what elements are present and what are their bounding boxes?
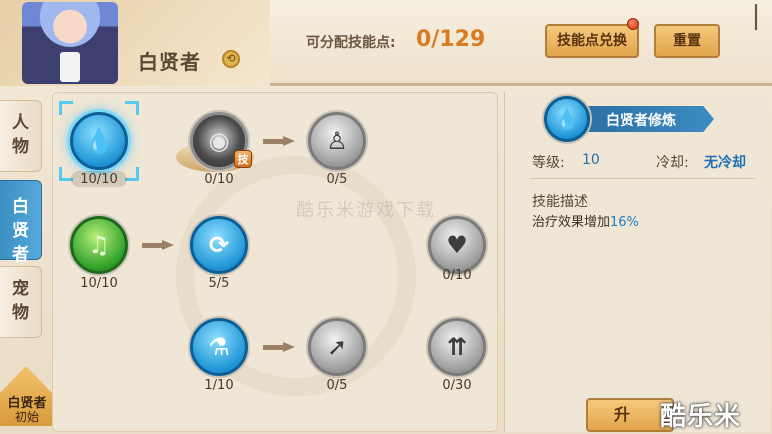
character-name: 白贤者 <box>138 50 201 74</box>
boost-arrow-icon: ➚ <box>326 333 348 361</box>
cooldown-label: 冷却: <box>656 155 689 171</box>
tab-label-mid: 贤 <box>12 221 29 241</box>
cooldown-value: 无冷却 <box>704 155 746 171</box>
switch-icon[interactable]: ⟲ <box>222 50 240 68</box>
skill-node-healing-drop[interactable]: 💧 <box>70 112 128 170</box>
tab-label-top: 白 <box>12 197 29 217</box>
heart-plus-icon: ♥ <box>446 231 468 259</box>
skill-node-vial[interactable]: ⚗ <box>190 318 248 376</box>
skill-count: 0/10 <box>204 172 234 187</box>
skill-title: 白贤者修炼 <box>606 113 676 129</box>
skill-node-circular-arrows[interactable]: ⟳ <box>190 216 248 274</box>
tab-label-top: 人 <box>12 113 29 133</box>
drop-plus-icon: 💧 <box>84 127 114 155</box>
arrow-connector <box>263 136 295 146</box>
vial-icon: ⚗ <box>208 333 230 361</box>
notification-dot <box>627 18 639 30</box>
arrow-connector <box>142 240 174 250</box>
drop-plus-icon: 💧 <box>544 96 590 142</box>
points-value: 0/129 <box>416 27 486 52</box>
skill-node-triple-arrows[interactable]: ⇈ <box>428 318 486 376</box>
header-bar: 白贤者 ⟲ 可分配技能点: 0/129 技能点兑换 重置 ❘ <box>0 0 772 86</box>
level-value: 10 <box>582 152 600 168</box>
description-body: 治疗效果增加 <box>532 215 611 230</box>
circular-arrows-icon: ⟳ <box>208 231 230 259</box>
tab-label-bottom: 物 <box>12 137 29 157</box>
triple-arrows-icon: ⇈ <box>446 333 468 361</box>
skill-count: 5/5 <box>208 276 230 291</box>
tab-label-top: 宠 <box>12 279 29 299</box>
description-label: 技能描述 <box>532 194 588 210</box>
skill-count: 0/10 <box>442 268 472 283</box>
class-badge-sub: 初始 <box>14 410 39 424</box>
points-label: 可分配技能点: <box>306 35 396 51</box>
skill-node-figure[interactable]: ♙ <box>308 112 366 170</box>
tab-pet[interactable]: 宠 物 <box>0 266 42 338</box>
skill-count: 10/10 <box>80 276 118 291</box>
description-text: 治疗效果增加16% <box>532 211 639 230</box>
skill-tag-badge: 技 <box>234 150 252 168</box>
arrow-connector <box>263 342 295 352</box>
skill-node-boost[interactable]: ➚ <box>308 318 366 376</box>
skill-node-green-swirl[interactable]: ♫ <box>70 216 128 274</box>
tab-white-sage[interactable]: 白 贤 者 <box>0 180 42 265</box>
tab-character[interactable]: 人 物 <box>0 100 42 172</box>
divider <box>530 178 756 179</box>
skill-node-heart-plus[interactable]: ♥ <box>428 216 486 274</box>
tab-label-bottom: 者 <box>12 245 29 265</box>
reset-button[interactable]: 重置 <box>654 24 720 58</box>
avatar <box>22 2 118 84</box>
skill-count: 1/10 <box>204 378 234 393</box>
exchange-points-button[interactable]: 技能点兑换 <box>545 24 639 58</box>
skill-count: 0/5 <box>326 172 348 187</box>
tab-label-bottom: 物 <box>12 303 29 323</box>
site-logo: 酷乐米 <box>660 402 742 432</box>
skill-screen: 白贤者 ⟲ 可分配技能点: 0/129 技能点兑换 重置 ❘ 人 物 白 贤 者… <box>0 0 772 434</box>
skill-details-panel <box>504 92 770 432</box>
watermark-text: 酷乐米游戏下载 <box>296 200 436 221</box>
level-label: 等级: <box>532 155 565 171</box>
description-value: 16% <box>610 215 639 230</box>
skill-count: 10/10 <box>80 172 118 187</box>
skill-count: 0/30 <box>442 378 472 393</box>
close-icon[interactable]: ❘ <box>742 2 770 34</box>
figure-icon: ♙ <box>326 127 348 155</box>
skill-count: 0/5 <box>326 378 348 393</box>
avatar-collar <box>60 52 80 82</box>
green-swirl-icon: ♫ <box>88 231 110 259</box>
